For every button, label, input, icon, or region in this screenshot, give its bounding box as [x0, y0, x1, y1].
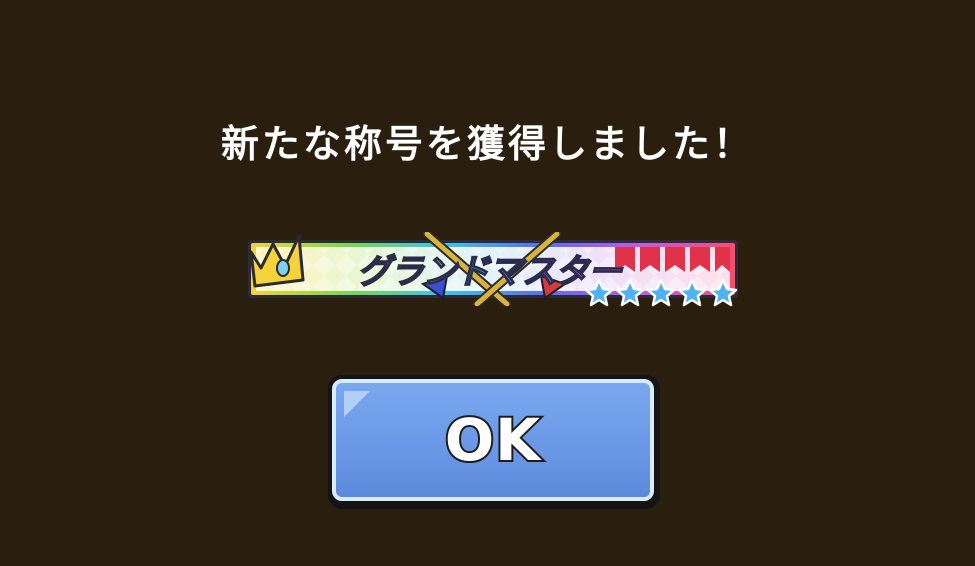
- title-name: グランドマスター: [356, 251, 623, 293]
- title-acquired-dialog: 新たな称号を獲得しました！ グランドマスター OK: [0, 0, 975, 566]
- dialog-message: 新たな称号を獲得しました！: [220, 122, 754, 166]
- title-rank-stars: [584, 278, 738, 308]
- star-icon: [584, 278, 614, 307]
- ok-button-label[interactable]: OK: [336, 383, 650, 497]
- title-badge: グランドマスター: [247, 232, 739, 308]
- star-icon: [615, 278, 645, 307]
- ok-button[interactable]: OK: [328, 375, 660, 509]
- star-icon: [677, 278, 707, 307]
- ok-button-face[interactable]: OK: [332, 379, 654, 501]
- star-icon: [708, 278, 738, 307]
- star-icon: [646, 278, 676, 307]
